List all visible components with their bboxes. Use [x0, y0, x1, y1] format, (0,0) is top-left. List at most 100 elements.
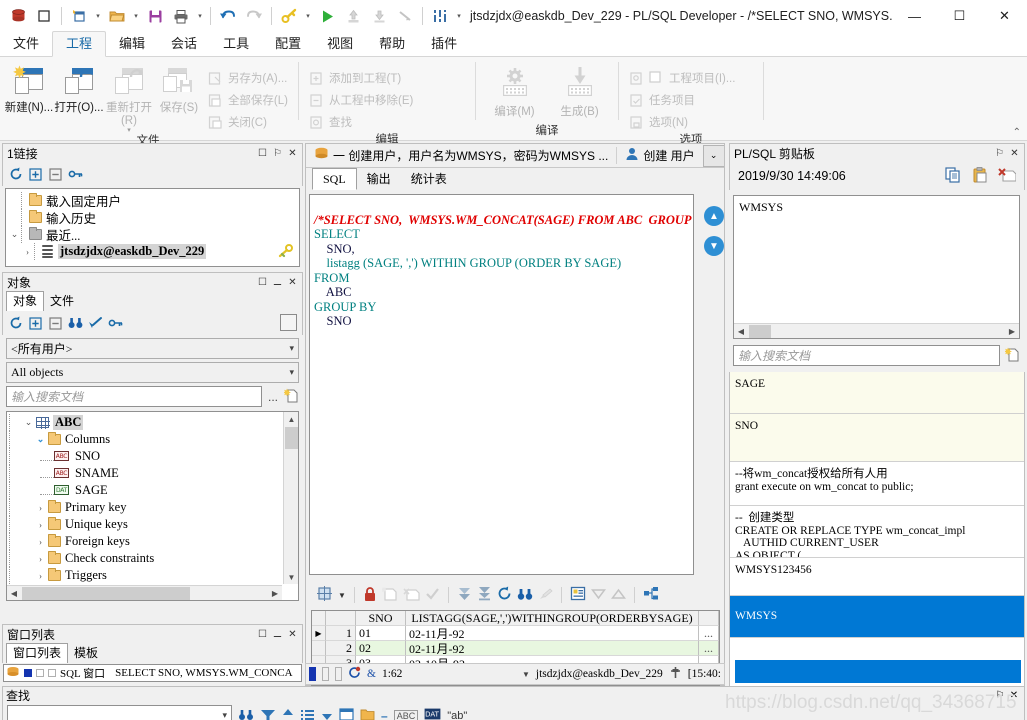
objects-tree[interactable]: ⌄ ABC ⌄ Columns ABC SNO ABC SNAME DAT SA… [6, 411, 299, 601]
clipboard-preview[interactable]: WMSYS ◀ ▶ [733, 195, 1020, 339]
tab-output[interactable]: 输出 [357, 169, 401, 189]
collapse-all-icon[interactable] [47, 315, 64, 332]
ribbon-collapse-icon[interactable]: ⌃ [1013, 127, 1021, 138]
tree-expander-abc[interactable]: ⌄ [22, 417, 35, 428]
scroll-thumb[interactable] [22, 587, 190, 600]
tree-node-triggers[interactable]: › Triggers [9, 567, 282, 584]
ribbon-open-button[interactable]: 打开(O)... [54, 61, 104, 115]
scroll-up-icon[interactable]: ▲ [704, 206, 724, 226]
tree-node-check-constraints[interactable]: › Check constraints [9, 550, 282, 567]
collapse-all-icon[interactable] [47, 166, 64, 183]
tree-node-unique-keys[interactable]: › Unique keys [9, 516, 282, 533]
session-settings-icon[interactable] [428, 4, 452, 28]
menu-tab-help[interactable]: 帮助 [366, 32, 418, 56]
objects-options-button[interactable] [280, 314, 297, 331]
links-icon[interactable] [643, 586, 659, 604]
tab-files[interactable]: 文件 [44, 292, 80, 311]
find-input[interactable]: ▾ [7, 705, 232, 720]
cell-more[interactable]: ... [699, 641, 719, 656]
menu-tab-project[interactable]: 工程 [52, 31, 107, 57]
refresh-icon[interactable] [7, 166, 24, 183]
find-filter-icon[interactable] [260, 708, 276, 720]
tree-node-column-sage[interactable]: DAT SAGE [9, 482, 282, 499]
qat-overflow-icon[interactable]: ▾ [454, 12, 464, 20]
ribbon-new-button[interactable]: 新建(N)... [4, 61, 54, 115]
filter-icon[interactable] [87, 315, 104, 332]
maximize-button[interactable]: ☐ [937, 0, 982, 32]
tree-node-table-abc[interactable]: ⌄ ABC [9, 414, 282, 431]
export-down-icon[interactable] [457, 586, 472, 604]
tree-node-fixed-users[interactable]: 载入固定用户 [8, 192, 297, 209]
new-file-dropdown-icon[interactable]: ▾ [93, 12, 103, 20]
clear-clipboard-icon[interactable] [998, 167, 1017, 185]
find-dash-icon[interactable]: – [381, 709, 388, 720]
tree-expander[interactable]: › [34, 554, 47, 564]
menu-tab-view[interactable]: 视图 [314, 32, 366, 56]
find-pin-button[interactable]: ⚐ [993, 690, 1007, 701]
window-list-pin-button[interactable]: ⚊ [270, 627, 285, 642]
list-item[interactable]: WMSYS123456 [730, 558, 1024, 596]
close-button[interactable]: ✕ [982, 0, 1027, 32]
export-bottom-icon[interactable] [477, 586, 492, 604]
find-folder-icon[interactable] [360, 708, 375, 720]
scroll-left-arrow[interactable]: ◀ [7, 586, 21, 600]
find-list-icon[interactable] [300, 708, 315, 720]
tab-objects[interactable]: 对象 [6, 291, 45, 311]
tree-expander-recent[interactable]: ⌄ [8, 229, 21, 240]
objects-float-button[interactable]: ☐ [255, 275, 270, 290]
find-quote-icon[interactable]: "ab" [447, 710, 467, 720]
scroll-right-arrow[interactable]: ▶ [268, 586, 282, 600]
find-grid-icon[interactable] [517, 587, 533, 604]
menu-tab-edit[interactable]: 编辑 [106, 32, 158, 56]
cell-listagg[interactable]: 02-11月-92 [406, 641, 699, 656]
connections-close-button[interactable]: ✕ [285, 146, 300, 161]
document-list-dropdown-icon[interactable]: ⌄ [702, 144, 724, 167]
cell-listagg[interactable]: 02-11月-92 [406, 626, 699, 641]
list-item[interactable]: SAGE [730, 372, 1024, 414]
new-search-doc-icon[interactable] [283, 388, 299, 406]
objects-user-filter[interactable]: <所有用户> ▾ [6, 338, 299, 359]
find-binoculars-icon[interactable] [238, 708, 254, 720]
list-item-selected[interactable]: WMSYS [730, 596, 1024, 638]
menu-tab-tools[interactable]: 工具 [210, 32, 262, 56]
tab-templates[interactable]: 模板 [68, 644, 104, 663]
objects-pin-button[interactable]: ⚊ [270, 275, 285, 290]
expand-all-icon[interactable] [27, 166, 44, 183]
tree-node-input-history[interactable]: 输入历史 [8, 209, 297, 226]
scroll-down-arrow[interactable]: ▼ [284, 570, 298, 584]
list-item[interactable]: --将wm_concat授权给所有人用 grant execute on wm_… [730, 462, 1024, 506]
window-list-float-button[interactable]: ☐ [255, 627, 270, 642]
tree-node-connection[interactable]: › jtsdzjdx@easkdb_Dev_229 [8, 243, 297, 260]
find-case-icon[interactable]: ABC [393, 709, 419, 720]
scroll-up-arrow[interactable]: ▲ [284, 412, 298, 426]
tree-node-column-sno[interactable]: ABC SNO [9, 448, 282, 465]
connections-pin-button[interactable]: ⚐ [270, 146, 285, 161]
cell-sno[interactable]: 02 [356, 641, 406, 656]
table-row[interactable]: ▶ 1 01 02-11月-92 ... [312, 626, 719, 641]
tree-expander-connection[interactable]: › [21, 247, 34, 257]
window-restore-icon[interactable] [32, 4, 56, 28]
find-close-button[interactable]: ✕ [1007, 690, 1021, 701]
scroll-right-arrow[interactable]: ▶ [1005, 324, 1019, 338]
document-tab-sql[interactable]: 一 创建用户，用户名为WMSYS，密码为WMSYS ... [310, 147, 612, 164]
clipboard-items-list[interactable]: SAGE SNO --将wm_concat授权给所有人用 grant execu… [729, 372, 1025, 686]
print-dropdown-icon[interactable]: ▾ [195, 12, 205, 20]
lock-icon[interactable] [363, 586, 377, 605]
new-connection-icon[interactable] [67, 166, 84, 183]
list-item[interactable]: SNO [730, 414, 1024, 462]
single-record-icon[interactable] [570, 586, 586, 604]
find-window-icon[interactable] [339, 707, 354, 720]
expand-all-icon[interactable] [27, 315, 44, 332]
objects-type-filter[interactable]: All objects ▾ [6, 362, 299, 383]
scroll-thumb[interactable] [285, 427, 298, 449]
refresh-grid-icon[interactable] [497, 586, 512, 604]
grid-layout-icon[interactable] [316, 585, 333, 605]
tree-expander[interactable]: › [34, 571, 47, 581]
table-row[interactable]: 2 02 02-11月-92 ... [312, 641, 719, 656]
clipboard-preview-hscrollbar[interactable]: ◀ ▶ [734, 323, 1019, 338]
grid-dropdown-icon[interactable]: ▼ [338, 591, 346, 600]
objects-search-input[interactable]: 输入搜索文档 [6, 386, 262, 407]
cell-sno[interactable]: 01 [356, 626, 406, 641]
connections-float-button[interactable]: ☐ [255, 146, 270, 161]
find-up-icon[interactable] [282, 708, 294, 720]
